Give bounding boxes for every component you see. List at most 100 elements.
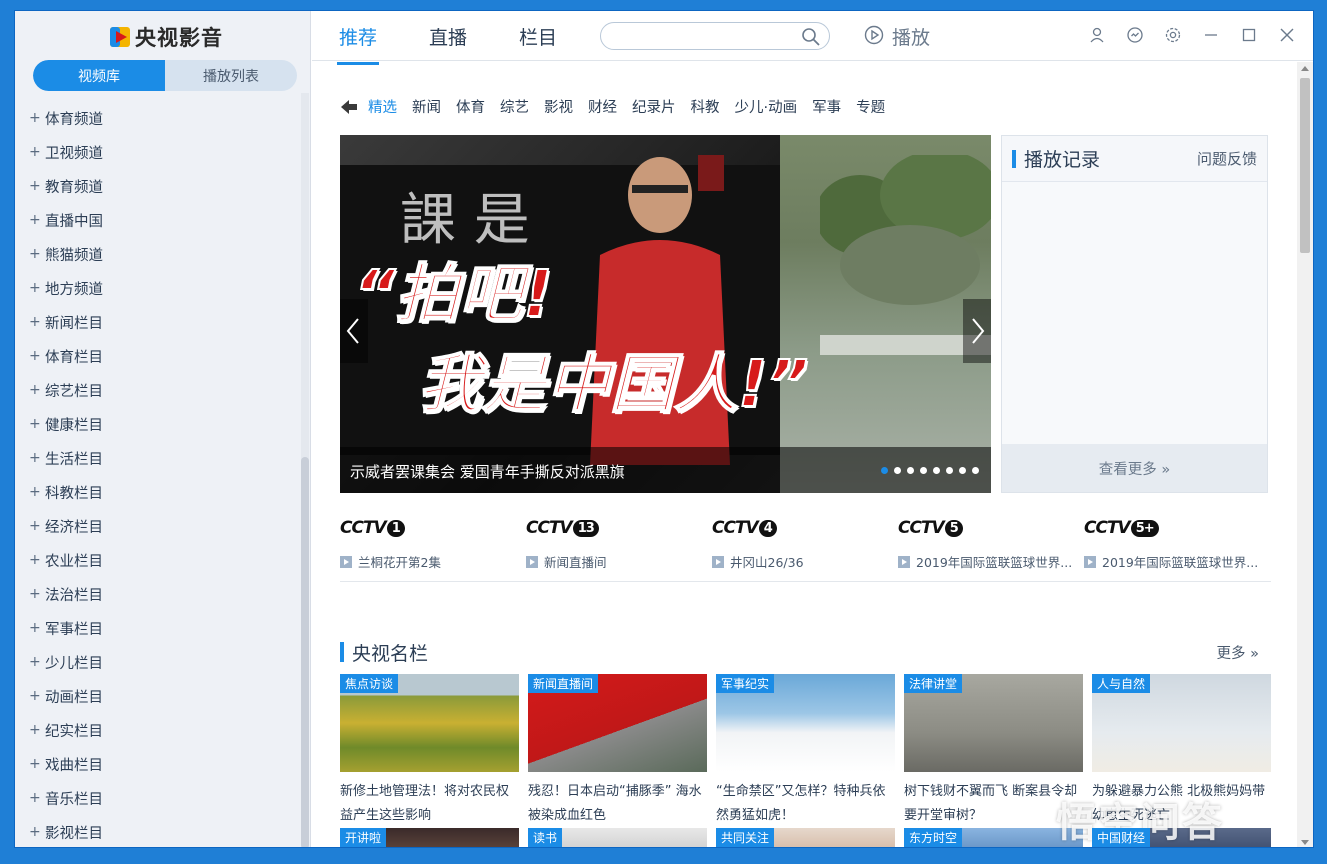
banner-dot[interactable] bbox=[881, 467, 888, 474]
sidebar-scroll-thumb[interactable] bbox=[301, 457, 309, 847]
message-icon[interactable] bbox=[1125, 25, 1145, 45]
banner-dot[interactable] bbox=[920, 467, 927, 474]
scroll-up-icon[interactable] bbox=[1301, 66, 1309, 71]
banner-dot[interactable] bbox=[933, 467, 940, 474]
sidebar-item[interactable]: + 新闻栏目 bbox=[15, 305, 301, 339]
channel-program[interactable]: 新闻直播间 bbox=[526, 552, 706, 571]
category-science[interactable]: 科教 bbox=[691, 96, 720, 117]
tab-video-library[interactable]: 视频库 bbox=[33, 60, 165, 91]
category-film[interactable]: 影视 bbox=[544, 96, 573, 117]
sidebar-item[interactable]: + 军事栏目 bbox=[15, 611, 301, 645]
program-card[interactable]: 开讲啦 bbox=[340, 828, 519, 847]
feedback-link[interactable]: 问题反馈 bbox=[1197, 148, 1257, 169]
sidebar-item[interactable]: + 纪实栏目 bbox=[15, 713, 301, 747]
sidebar-item[interactable]: + 地方频道 bbox=[15, 271, 301, 305]
sidebar-item-label: 卫视频道 bbox=[45, 145, 103, 162]
category-featured[interactable]: 精选 bbox=[368, 96, 397, 117]
scroll-down-icon[interactable] bbox=[1301, 840, 1309, 845]
sidebar-item[interactable]: + 影视栏目 bbox=[15, 815, 301, 847]
banner-next-button[interactable] bbox=[963, 299, 991, 363]
tab-columns[interactable]: 栏目 bbox=[519, 23, 557, 50]
category-sports[interactable]: 体育 bbox=[456, 96, 485, 117]
sidebar-item[interactable]: + 动画栏目 bbox=[15, 679, 301, 713]
main-scrollbar[interactable] bbox=[1297, 62, 1313, 847]
channel-program[interactable]: 井冈山26/36 bbox=[712, 552, 892, 571]
sidebar-item[interactable]: + 卫视频道 bbox=[15, 135, 301, 169]
category-finance[interactable]: 财经 bbox=[588, 96, 617, 117]
program-card[interactable]: 军事纪实 “生命禁区”又怎样？特种兵依然勇猛如虎！ bbox=[716, 674, 895, 828]
sidebar-item[interactable]: + 法治栏目 bbox=[15, 577, 301, 611]
play-button[interactable]: 播放 bbox=[864, 23, 930, 50]
back-arrow-icon[interactable] bbox=[340, 98, 358, 116]
sidebar-item[interactable]: + 科教栏目 bbox=[15, 475, 301, 509]
banner-carousel[interactable]: 課 是 “拍吧! 我是中国人!” 示威者罢课集会 爱国青年手撕反对派黑旗 bbox=[340, 135, 991, 493]
sidebar-item[interactable]: + 农业栏目 bbox=[15, 543, 301, 577]
tab-recommend[interactable]: 推荐 bbox=[336, 23, 380, 65]
section-accent-bar bbox=[1012, 149, 1016, 168]
category-nav: 精选 新闻 体育 综艺 影视 财经 纪录片 科教 少儿·动画 军事 专题 bbox=[340, 96, 900, 117]
program-card[interactable]: 读书 bbox=[528, 828, 707, 847]
more-link[interactable]: 更多 » bbox=[1217, 642, 1259, 663]
channel-program[interactable]: 2019年国际篮联篮球世界... bbox=[898, 552, 1078, 571]
channel-program[interactable]: 2019年国际篮联篮球世界... bbox=[1084, 552, 1264, 571]
channel-card[interactable]: CCTV 1 兰桐花开第2集 bbox=[340, 518, 520, 571]
sidebar-item[interactable]: + 健康栏目 bbox=[15, 407, 301, 441]
plus-icon: + bbox=[29, 314, 41, 330]
banner-caption[interactable]: 示威者罢课集会 爱国青年手撕反对派黑旗 bbox=[350, 461, 625, 482]
user-icon[interactable] bbox=[1087, 25, 1107, 45]
app-logo: 央视影音 bbox=[109, 23, 223, 51]
search-input[interactable] bbox=[613, 27, 793, 45]
category-news[interactable]: 新闻 bbox=[412, 96, 441, 117]
program-card[interactable]: 共同关注 bbox=[716, 828, 895, 847]
channel-card[interactable]: CCTV 4 井冈山26/36 bbox=[712, 518, 892, 571]
banner-dot[interactable] bbox=[907, 467, 914, 474]
program-card[interactable]: 焦点访谈 新修土地管理法！将对农民权益产生这些影响 bbox=[340, 674, 519, 828]
play-history-panel: 播放记录 问题反馈 查看更多 » bbox=[1001, 135, 1268, 493]
channel-card[interactable]: CCTV 5+ 2019年国际篮联篮球世界... bbox=[1084, 518, 1264, 571]
category-military[interactable]: 军事 bbox=[812, 96, 841, 117]
category-variety[interactable]: 综艺 bbox=[500, 96, 529, 117]
sidebar-item[interactable]: + 生活栏目 bbox=[15, 441, 301, 475]
section-header: 央视名栏 更多 » bbox=[340, 640, 1271, 665]
program-card[interactable]: 新闻直播间 残忍！日本启动“捕豚季” 海水被染成血红色 bbox=[528, 674, 707, 828]
banner-dot[interactable] bbox=[894, 467, 901, 474]
sidebar-item[interactable]: + 体育栏目 bbox=[15, 339, 301, 373]
card-title: 新修土地管理法！将对农民权益产生这些影响 bbox=[340, 784, 510, 823]
maximize-icon[interactable] bbox=[1239, 25, 1259, 45]
category-special[interactable]: 专题 bbox=[856, 96, 885, 117]
minimize-icon[interactable] bbox=[1201, 25, 1221, 45]
category-kids[interactable]: 少儿·动画 bbox=[735, 96, 798, 117]
banner-dot[interactable] bbox=[959, 467, 966, 474]
sidebar-item[interactable]: + 音乐栏目 bbox=[15, 781, 301, 815]
search-icon[interactable] bbox=[801, 27, 821, 47]
sidebar-item[interactable]: + 熊猫频道 bbox=[15, 237, 301, 271]
category-documentary[interactable]: 纪录片 bbox=[632, 96, 676, 117]
channel-card[interactable]: CCTV 5 2019年国际篮联篮球世界... bbox=[898, 518, 1078, 571]
close-icon[interactable] bbox=[1277, 25, 1297, 45]
sidebar-item[interactable]: + 综艺栏目 bbox=[15, 373, 301, 407]
view-more-button[interactable]: 查看更多 » bbox=[1002, 444, 1267, 492]
sidebar-item[interactable]: + 教育频道 bbox=[15, 169, 301, 203]
sidebar-item[interactable]: + 戏曲栏目 bbox=[15, 747, 301, 781]
banner-dot[interactable] bbox=[946, 467, 953, 474]
plus-icon: + bbox=[29, 110, 41, 126]
play-history-title: 播放记录 bbox=[1024, 149, 1101, 171]
tab-playlist[interactable]: 播放列表 bbox=[165, 60, 297, 91]
sidebar: 央视影音 视频库 播放列表 + 体育频道 + 卫视频道 + 教育频道 + 直播中国 + 熊… bbox=[15, 11, 311, 847]
sidebar-item-label: 经济栏目 bbox=[45, 519, 103, 536]
sidebar-item[interactable]: + 经济栏目 bbox=[15, 509, 301, 543]
plus-icon: + bbox=[29, 756, 41, 772]
sidebar-item[interactable]: + 直播中国 bbox=[15, 203, 301, 237]
sidebar-item[interactable]: + 少儿栏目 bbox=[15, 645, 301, 679]
gear-icon[interactable] bbox=[1163, 25, 1183, 45]
play-circle-icon bbox=[864, 25, 884, 49]
banner-dot[interactable] bbox=[972, 467, 979, 474]
banner-overlay-text-2: 我是中国人!” bbox=[417, 347, 809, 423]
channel-card[interactable]: CCTV 13 新闻直播间 bbox=[526, 518, 706, 571]
sidebar-item[interactable]: + 体育频道 bbox=[15, 101, 301, 135]
main-scroll-thumb[interactable] bbox=[1300, 78, 1310, 253]
sidebar-scrollbar[interactable] bbox=[301, 93, 309, 847]
channel-program[interactable]: 兰桐花开第2集 bbox=[340, 552, 520, 571]
banner-prev-button[interactable] bbox=[340, 299, 368, 363]
tab-live[interactable]: 直播 bbox=[429, 23, 467, 50]
